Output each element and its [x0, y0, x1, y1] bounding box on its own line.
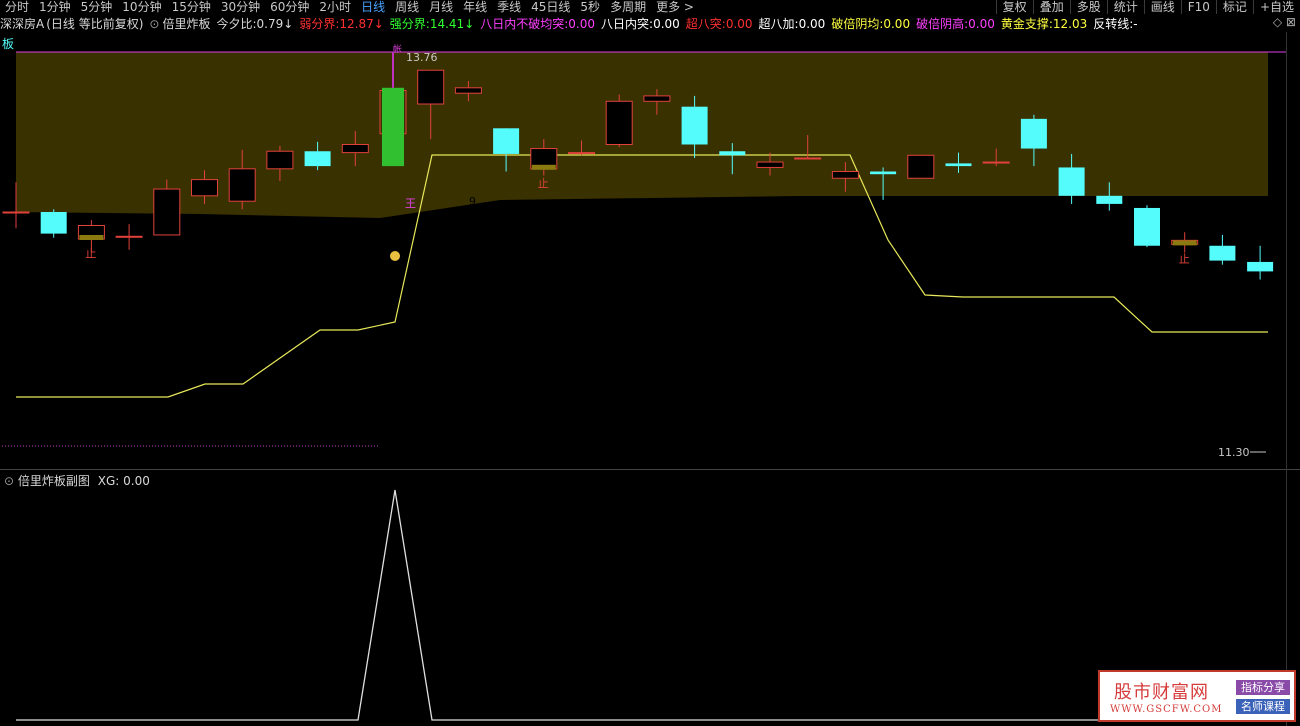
candle-body — [1209, 245, 1236, 261]
candle-body — [794, 157, 822, 160]
stop-label: 止 — [85, 247, 96, 260]
sub-chart-header: ⊙ 倍里炸板副图 XG: 0.00 — [4, 472, 150, 489]
candle-body — [831, 171, 859, 179]
candle-body — [266, 150, 294, 170]
candle-body — [1096, 195, 1123, 204]
candle-body — [40, 212, 67, 234]
stop-label: 止 — [538, 177, 549, 190]
candle-body — [1134, 207, 1160, 246]
candle-body — [1058, 167, 1085, 196]
candle-body — [681, 106, 708, 145]
chart-corner-label: 板 — [2, 37, 15, 51]
main-chart[interactable]: 13.7611.30王 9帐止止止 — [0, 0, 1300, 726]
wang-label: 王 — [405, 197, 416, 210]
candle-body — [304, 151, 331, 167]
stop-label: 止 — [1179, 252, 1190, 265]
zha-marker-icon — [390, 251, 400, 261]
panel-separator — [0, 469, 1300, 470]
candle-body — [153, 188, 181, 236]
candle-body — [719, 151, 746, 156]
sub-collapse-icon[interactable]: ⊙ — [4, 474, 14, 488]
candle-body — [643, 95, 671, 102]
candle-body — [2, 211, 30, 214]
right-axis-divider — [1286, 32, 1287, 726]
watermark-logo: 股市财富网 WWW.GSCFW.COM 指标分享 名师课程 — [1098, 670, 1296, 722]
candle-body — [756, 161, 784, 168]
candle-body — [115, 235, 143, 238]
candle-body — [907, 154, 935, 179]
zha-top-label: 帐 — [393, 43, 402, 55]
candle-body — [341, 144, 369, 154]
candle-body — [454, 87, 482, 94]
sub-value: 0.00 — [123, 474, 150, 488]
watermark-badge-share: 指标分享 — [1236, 680, 1290, 695]
candle-body — [982, 161, 1010, 164]
watermark-title: 股市财富网 — [1114, 682, 1209, 703]
candle-body — [1020, 118, 1047, 149]
stop-marker — [79, 235, 104, 240]
candle-body — [493, 128, 520, 154]
candle-body — [568, 152, 595, 155]
watermark-url: WWW.GSCFW.COM — [1110, 704, 1223, 715]
badge-number: 9 — [469, 195, 476, 208]
candle-body — [945, 163, 972, 167]
candle-body — [605, 100, 633, 146]
candle-body — [1247, 261, 1274, 272]
price-high-label: 13.76 — [406, 51, 438, 64]
candle-body — [417, 69, 445, 105]
xg-signal-line — [16, 489, 1268, 721]
candle-body — [191, 179, 218, 197]
stop-marker — [531, 164, 556, 170]
candle-body — [870, 171, 897, 175]
candle-body — [228, 168, 256, 202]
sub-chart-title: 倍里炸板副图 — [17, 474, 90, 488]
sub-value-label: XG: — [97, 474, 120, 488]
watermark-badge-course: 名师课程 — [1236, 699, 1290, 714]
stop-marker — [1172, 240, 1197, 246]
zha-candle — [382, 87, 404, 167]
price-low-label: 11.30 — [1218, 446, 1250, 459]
